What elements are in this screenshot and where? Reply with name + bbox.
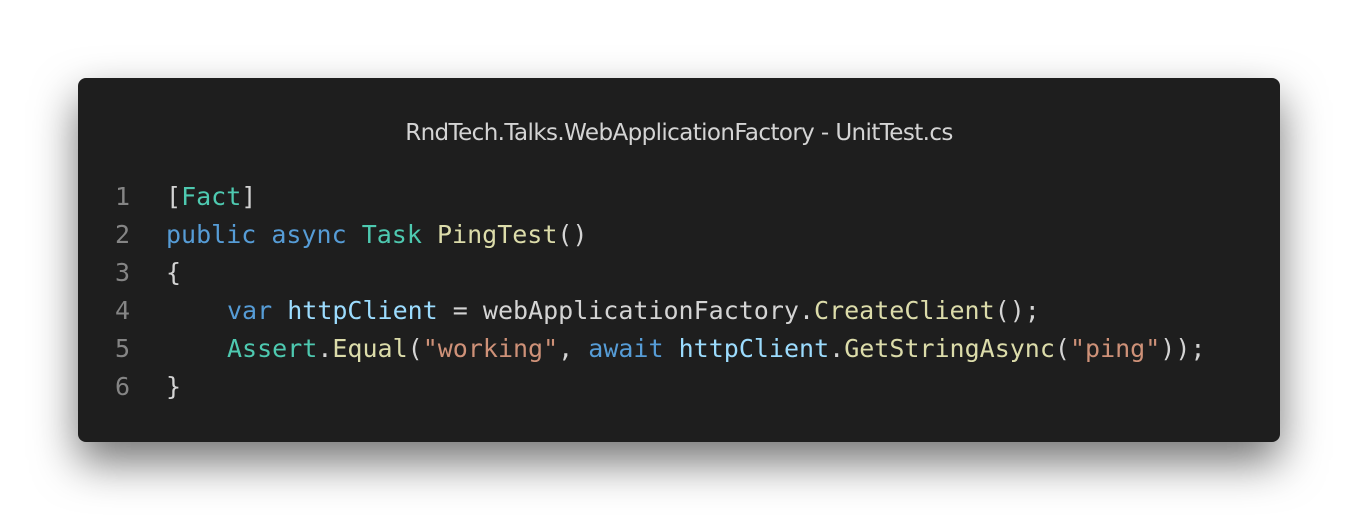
token-brace: { xyxy=(166,258,182,287)
token-keyword: await xyxy=(588,334,664,363)
line-source: } xyxy=(130,368,181,406)
line-number: 4 xyxy=(114,296,130,325)
line-number: 1 xyxy=(114,182,130,211)
token-type: Assert xyxy=(227,334,318,363)
code-line-1: 1 [Fact] xyxy=(78,178,1280,216)
token-keyword: public xyxy=(166,220,257,249)
line-source: var httpClient = webApplicationFactory.C… xyxy=(130,292,1040,330)
token-dot: . xyxy=(317,334,333,363)
line-number: 3 xyxy=(114,258,130,287)
token-brace: } xyxy=(166,372,182,401)
line-source: public async Task PingTest() xyxy=(130,216,588,254)
code-line-3: 3 { xyxy=(78,254,1280,292)
code-block: 1 [Fact] 2 public async Task PingTest() … xyxy=(78,178,1280,406)
token-type: Task xyxy=(361,220,422,249)
code-line-2: 2 public async Task PingTest() xyxy=(78,216,1280,254)
line-number: 2 xyxy=(114,220,130,249)
token-method: PingTest xyxy=(436,220,558,249)
line-source: [Fact] xyxy=(130,178,256,216)
token-method: CreateClient xyxy=(814,296,995,325)
token-keyword: async xyxy=(271,220,347,249)
code-window: RndTech.Talks.WebApplicationFactory - Un… xyxy=(78,78,1280,442)
code-line-4: 4 var httpClient = webApplicationFactory… xyxy=(78,292,1280,330)
code-line-5: 5 Assert.Equal("working", await httpClie… xyxy=(78,330,1280,368)
code-line-6: 6 } xyxy=(78,368,1280,406)
token-attribute: Fact xyxy=(181,182,242,211)
line-number: 6 xyxy=(114,372,130,401)
token-text: )); xyxy=(1160,334,1206,363)
token-variable: httpClient xyxy=(678,334,830,363)
token-bracket: [ xyxy=(166,182,182,211)
token-string: "working" xyxy=(422,334,559,363)
token-dot: . xyxy=(829,334,845,363)
token-comma: , xyxy=(558,334,589,363)
token-method: Equal xyxy=(332,334,408,363)
token-bracket: ] xyxy=(241,182,257,211)
token-keyword: var xyxy=(227,296,273,325)
token-parens: () xyxy=(557,220,588,249)
line-number: 5 xyxy=(114,334,130,363)
token-text: = webApplicationFactory. xyxy=(437,296,815,325)
window-title: RndTech.Talks.WebApplicationFactory - Un… xyxy=(405,120,953,146)
token-string: "ping" xyxy=(1069,334,1161,363)
token-paren: ( xyxy=(407,334,423,363)
token-paren: ( xyxy=(1054,334,1070,363)
line-source: { xyxy=(130,254,181,292)
token-text: (); xyxy=(994,296,1040,325)
token-method: GetStringAsync xyxy=(844,334,1055,363)
token-variable: httpClient xyxy=(287,296,438,325)
line-source: Assert.Equal("working", await httpClient… xyxy=(130,330,1205,368)
